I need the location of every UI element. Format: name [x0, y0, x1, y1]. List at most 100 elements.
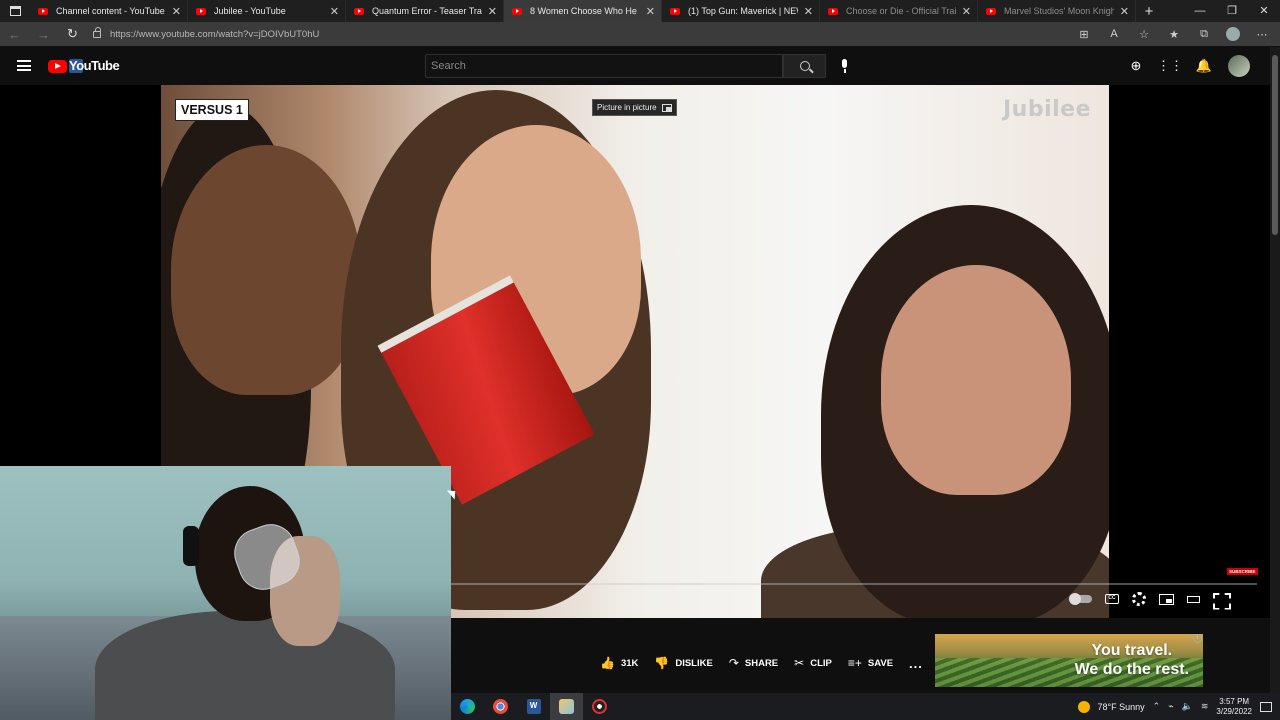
youtube-favicon-icon	[670, 7, 680, 15]
clock-date: 3/29/2022	[1216, 706, 1252, 716]
window-menu-icon[interactable]	[0, 0, 30, 22]
weather-text[interactable]: 78°F Sunny	[1098, 702, 1145, 712]
pip-tooltip-label: Picture in picture	[597, 103, 657, 112]
apps-grid-icon[interactable]: ⋮⋮	[1157, 56, 1183, 76]
tab-close-icon[interactable]: ✕	[488, 5, 497, 18]
more-menu-icon[interactable]: ⋯	[1254, 28, 1270, 41]
header-actions: ⊕ ⋮⋮ 🔔	[1126, 55, 1250, 77]
ad-banner[interactable]: You travel. We do the rest.	[935, 634, 1203, 687]
ad-info-icon[interactable]: i	[1193, 634, 1202, 643]
youtube-favicon-icon	[986, 7, 996, 15]
photos-icon	[559, 699, 574, 714]
taskbar-word[interactable]: W	[517, 693, 550, 720]
read-aloud-icon[interactable]: A	[1106, 28, 1122, 40]
save-button[interactable]: ≡+ SAVE	[848, 656, 893, 670]
favorites-icon[interactable]: ★	[1166, 28, 1182, 41]
microphone-icon[interactable]	[840, 59, 849, 73]
save-label: SAVE	[867, 657, 894, 669]
browser-tab[interactable]: Choose or Die - Official Trailer | N ✕	[820, 0, 978, 22]
wifi-icon[interactable]: ≋	[1201, 701, 1209, 712]
browser-tab[interactable]: (1) Top Gun: Maverick | NEW Offi ✕	[662, 0, 820, 22]
settings-gear-icon[interactable]	[1132, 592, 1146, 606]
tab-close-icon[interactable]: ✕	[1120, 5, 1129, 18]
address-bar-actions: ⊞ A ☆ ★ ⧉ ⋯	[1076, 22, 1270, 46]
notifications-bell-icon[interactable]: 🔔	[1194, 56, 1214, 76]
share-button[interactable]: ↷ SHARE	[729, 656, 778, 670]
thumbs-down-icon: 👎	[654, 656, 670, 670]
subscribe-badge[interactable]: SUBSCRIBE	[1227, 568, 1258, 575]
taskbar-photos[interactable]	[550, 693, 583, 720]
taskbar-obs[interactable]	[583, 693, 616, 720]
profile-icon[interactable]	[1226, 27, 1240, 41]
screen: Channel content - YouTube Studio ✕ Jubile…	[0, 0, 1280, 720]
youtube-favicon-icon	[512, 7, 522, 15]
scrollbar-thumb[interactable]	[1272, 55, 1278, 235]
browser-tab[interactable]: Jubilee - YouTube ✕	[188, 0, 346, 22]
url-text: https://www.youtube.com/watch?v=jDOIVbUT…	[110, 28, 320, 40]
youtube-header: YouTube Search ⊕ ⋮⋮ 🔔	[0, 47, 1280, 85]
more-actions-button[interactable]: ...	[909, 656, 923, 671]
chrome-icon	[493, 699, 508, 714]
search-icon	[799, 61, 810, 71]
tab-close-icon[interactable]: ✕	[172, 5, 181, 18]
volume-icon[interactable]: 🔈	[1182, 701, 1193, 712]
captions-icon[interactable]: CC	[1105, 594, 1119, 604]
webcam-person-body	[95, 611, 395, 720]
forward-icon[interactable]: →	[29, 27, 58, 42]
browser-tab-active[interactable]: 8 Women Choose Who He Dates ✕	[504, 0, 662, 22]
clock[interactable]: 3:57 PM 3/29/2022	[1216, 697, 1252, 717]
fullscreen-icon[interactable]	[1213, 593, 1227, 606]
maximize-button[interactable]: ❐	[1216, 0, 1248, 22]
taskbar-edge[interactable]	[451, 693, 484, 720]
dislike-button[interactable]: 👎 DISLIKE	[654, 656, 712, 670]
chevron-up-icon[interactable]: ⌃	[1153, 701, 1161, 712]
miniplayer-icon[interactable]	[1159, 593, 1174, 605]
search-button[interactable]	[783, 54, 826, 78]
video-scene-shape	[881, 265, 1071, 495]
like-button[interactable]: 👍 31K	[600, 656, 638, 670]
minimize-button[interactable]: —	[1184, 0, 1216, 22]
video-actions: 👍 31K 👎 DISLIKE ↷ SHARE ✂ CLIP ≡+ SAVE ...	[600, 655, 923, 671]
word-icon: W	[526, 699, 541, 714]
webcam-overlay	[0, 466, 451, 720]
browser-tab[interactable]: Channel content - YouTube Studio ✕	[30, 0, 188, 22]
avatar[interactable]	[1228, 55, 1250, 77]
address-bar: ← → ↻ https://www.youtube.com/watch?v=jD…	[0, 22, 1280, 46]
youtube-favicon-icon	[354, 7, 364, 15]
browser-tab[interactable]: Quantum Error - Teaser Trailer | Ga ✕	[346, 0, 504, 22]
new-tab-button[interactable]: +	[1136, 3, 1162, 20]
window-controls: — ❐ ✕	[1184, 0, 1280, 22]
refresh-icon[interactable]: ↻	[58, 26, 87, 42]
video-progress-bar[interactable]	[451, 583, 1257, 585]
autoplay-toggle[interactable]	[1069, 593, 1092, 605]
clip-button[interactable]: ✂ CLIP	[794, 656, 832, 670]
taskbar-chrome[interactable]	[484, 693, 517, 720]
menu-icon[interactable]	[17, 60, 31, 71]
close-window-button[interactable]: ✕	[1248, 0, 1280, 22]
url-field[interactable]: https://www.youtube.com/watch?v=jDOIVbUT…	[93, 26, 320, 40]
page-scrollbar[interactable]	[1270, 47, 1280, 693]
theater-mode-icon[interactable]	[1187, 595, 1200, 603]
youtube-favicon-icon	[828, 7, 838, 15]
system-tray: 78°F Sunny ⌃ ⌁ 🔈 ≋ 3:57 PM 3/29/2022	[1077, 693, 1272, 720]
headphones-shape	[183, 526, 199, 566]
add-favorite-icon[interactable]: ☆	[1136, 28, 1152, 41]
youtube-logo[interactable]: YouTube	[48, 59, 120, 73]
tab-close-icon[interactable]: ✕	[804, 5, 813, 18]
clock-time: 3:57 PM	[1219, 696, 1250, 706]
tab-close-icon[interactable]: ✕	[962, 5, 971, 18]
browser-tab[interactable]: Marvel Studios' Moon Knight - Off ✕	[978, 0, 1136, 22]
collections-icon[interactable]: ⧉	[1196, 28, 1212, 41]
ad-line-2: We do the rest.	[1074, 661, 1189, 678]
tab-close-icon[interactable]: ✕	[330, 5, 339, 18]
tab-close-icon[interactable]: ✕	[646, 5, 655, 18]
install-app-icon[interactable]: ⊞	[1076, 28, 1092, 41]
versus-tag: VERSUS 1	[175, 99, 249, 121]
notification-center-icon[interactable]	[1260, 701, 1272, 712]
create-video-icon[interactable]: ⊕	[1126, 56, 1146, 76]
search-input[interactable]: Search	[425, 54, 783, 78]
back-icon[interactable]: ←	[0, 27, 29, 42]
tab-title: Choose or Die - Official Trailer | N	[846, 6, 956, 16]
network-icon[interactable]: ⌁	[1168, 701, 1173, 712]
browser-tab-strip: Channel content - YouTube Studio ✕ Jubile…	[0, 0, 1280, 22]
